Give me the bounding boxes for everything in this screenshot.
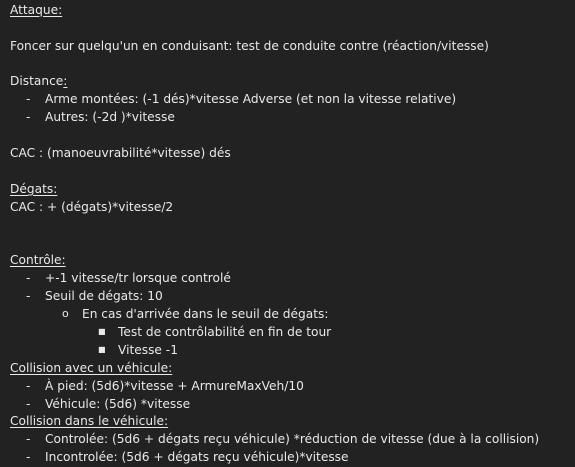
circle-bullet: o xyxy=(62,307,69,320)
dash-bullet: - xyxy=(26,450,31,464)
controle-sub-sub-item: Vitesse -1 xyxy=(118,343,178,357)
heading-degats: Dégats: xyxy=(10,182,58,196)
square-bullet: ■ xyxy=(98,345,106,354)
dash-bullet: - xyxy=(26,110,31,124)
distance-cac: CAC : (manoeuvrabilité*vitesse) dés xyxy=(10,146,231,160)
dash-bullet: - xyxy=(26,379,31,393)
heading-collision-dans: Collision dans le véhicule: xyxy=(10,414,169,428)
collision-vehicule-item: À pied: (5d6)*vitesse + ArmureMaxVeh/10 xyxy=(45,379,304,393)
dash-bullet: - xyxy=(26,92,31,106)
controle-item: +-1 vitesse/tr lorsque controlé xyxy=(45,271,231,285)
heading-attaque: Attaque: xyxy=(10,3,63,17)
collision-dans-item: Incontrolée: (5d6 + dégats reçu véhicule… xyxy=(45,450,349,464)
dash-bullet: - xyxy=(26,432,31,446)
dash-bullet: - xyxy=(26,397,31,411)
controle-item: Seuil de dégats: 10 xyxy=(45,289,163,303)
collision-vehicule-item: Véhicule: (5d6) *vitesse xyxy=(45,397,191,411)
heading-controle: Contrôle: xyxy=(10,253,66,267)
square-bullet: ■ xyxy=(98,327,106,336)
dash-bullet: - xyxy=(26,271,31,285)
document: Attaque: Foncer sur quelqu'un en conduis… xyxy=(0,0,575,467)
heading-distance-label: Distance xyxy=(10,74,64,88)
heading-collision-vehicule: Collision avec un véhicule: xyxy=(10,361,173,375)
attaque-text: Foncer sur quelqu'un en conduisant: test… xyxy=(10,39,489,53)
controle-sub-item: En cas d'arrivée dans le seuil de dégats… xyxy=(82,307,329,321)
degats-cac: CAC : + (dégats)*vitesse/2 xyxy=(10,200,174,214)
heading-distance: Distance: xyxy=(10,72,67,90)
collision-dans-item: Controlée: (5d6 + dégats reçu véhicule) … xyxy=(45,432,540,446)
controle-sub-sub-item: Test de contrôlabilité en fin de tour xyxy=(118,325,332,339)
heading-distance-colon: : xyxy=(63,74,68,88)
dash-bullet: - xyxy=(26,289,31,303)
distance-item: Autres: (-2d )*vitesse xyxy=(45,110,175,124)
distance-item: Arme montées: (-1 dés)*vitesse Adverse (… xyxy=(45,92,457,106)
